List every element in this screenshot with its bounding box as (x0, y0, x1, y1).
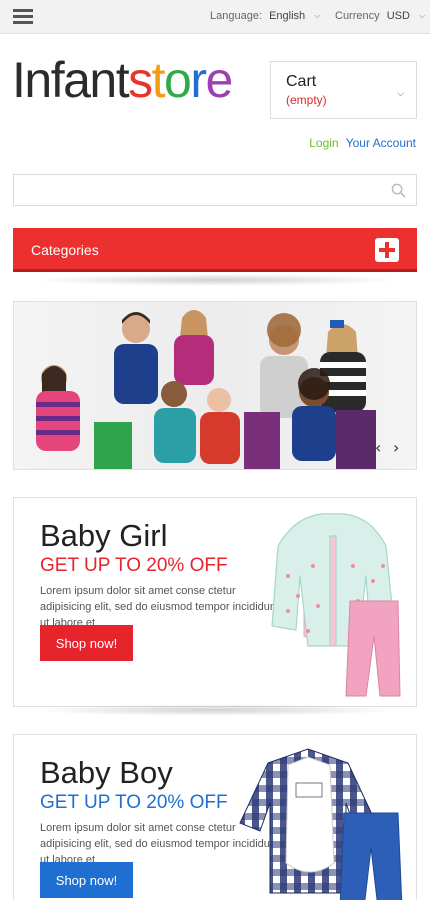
promo-subtitle: GET UP TO 20% OFF (40, 792, 228, 813)
logo-letter: t (151, 52, 166, 108)
search-icon[interactable] (391, 183, 406, 198)
top-bar: Language: English ⌵ Currency USD ⌵ (0, 0, 430, 34)
shop-now-button[interactable]: Shop now! (40, 862, 133, 898)
shop-now-button[interactable]: Shop now! (40, 625, 133, 661)
categories-shadow (30, 274, 400, 286)
currency-value: USD (386, 10, 410, 22)
hero-image (14, 302, 416, 469)
promo-title: Baby Boy (40, 755, 173, 790)
language-selector[interactable]: Language: English ⌵ (210, 10, 320, 22)
account-links: Login Your Account (309, 136, 416, 150)
logo-text-infant: Infant (12, 52, 130, 108)
search-bar (13, 174, 417, 206)
categories-label: Categories (31, 242, 99, 258)
currency-label: Currency (335, 10, 380, 22)
cart-dropdown[interactable]: Cart (empty) ⌵ (270, 61, 417, 119)
chevron-down-icon: ⌵ (397, 88, 404, 98)
kids-group-image (36, 310, 376, 469)
categories-button[interactable]: Categories (13, 228, 417, 272)
store-logo[interactable]: Infantstore (12, 50, 233, 110)
logo-letter: o (164, 52, 192, 108)
baby-girl-clothes-image (271, 513, 401, 697)
promo-card-baby-girl: Baby Girl GET UP TO 20% OFF Lorem ipsum … (13, 497, 417, 707)
baby-boy-clothes-image (239, 748, 403, 900)
slider-next-icon[interactable]: › (393, 438, 399, 457)
language-label: Language: (210, 10, 262, 22)
promo-card-baby-boy: Baby Boy GET UP TO 20% OFF Lorem ipsum d… (13, 734, 417, 900)
currency-selector[interactable]: Currency USD ⌵ (335, 10, 425, 22)
promo-shadow (30, 704, 400, 716)
your-account-link[interactable]: Your Account (346, 136, 416, 150)
plus-icon (375, 238, 399, 262)
menu-icon[interactable] (13, 9, 33, 25)
chevron-down-icon: ⌵ (418, 11, 426, 20)
logo-letter: s (128, 52, 153, 108)
language-value: English (269, 10, 306, 22)
slider-prev-icon[interactable]: ‹ (375, 438, 381, 457)
search-input[interactable] (14, 175, 374, 205)
cart-title: Cart (286, 73, 317, 90)
login-link[interactable]: Login (309, 136, 338, 150)
promo-description: Lorem ipsum dolor sit amet conse ctetur … (40, 585, 280, 629)
promo-title: Baby Girl (40, 518, 168, 553)
logo-letter: e (205, 52, 233, 108)
logo-letter: r (190, 52, 207, 108)
hero-slider: ‹ › (13, 301, 417, 470)
promo-subtitle: GET UP TO 20% OFF (40, 555, 228, 576)
chevron-down-icon: ⌵ (314, 11, 321, 20)
cart-status: (empty) (286, 93, 327, 107)
